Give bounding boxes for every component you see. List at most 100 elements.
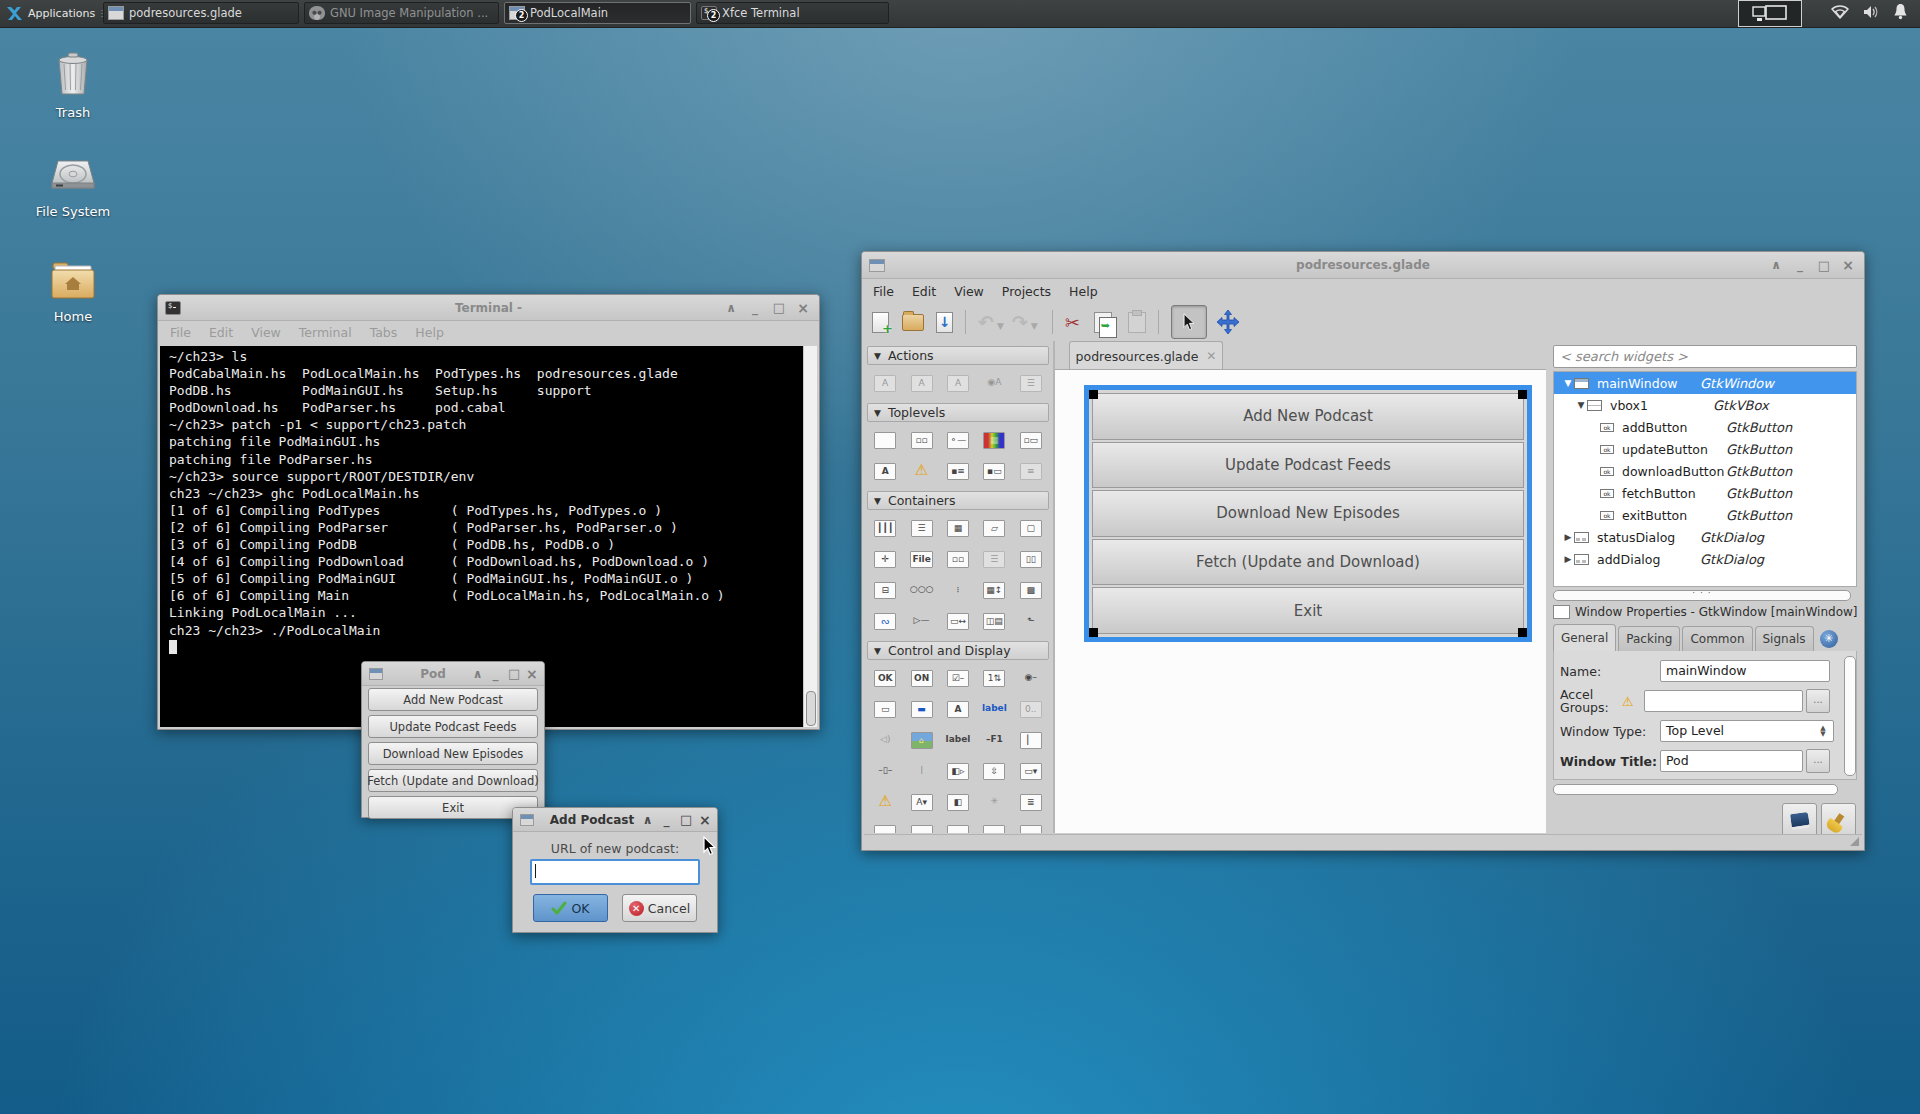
tree-row-addButton[interactable]: okaddButtonGtkButton — [1554, 416, 1856, 438]
selection-handle-br[interactable] — [1518, 628, 1527, 637]
properties-tab-common[interactable]: Common — [1682, 626, 1752, 651]
toolbar-icon[interactable]: ☰ — [976, 548, 1012, 570]
copy-button[interactable] — [1094, 312, 1112, 333]
notebook-icon[interactable]: ▱ — [976, 517, 1012, 539]
terminal-maximize-button[interactable]: □ — [772, 300, 786, 315]
layout-icon[interactable]: ◫▤ — [976, 610, 1012, 632]
paste-button[interactable] — [1128, 312, 1146, 333]
tree-expander-icon[interactable]: ▶ — [1562, 532, 1574, 542]
clipped-icon-3[interactable] — [940, 822, 976, 833]
linkbutton-icon[interactable]: label — [976, 698, 1012, 720]
properties-tab-packing[interactable]: Packing — [1618, 626, 1680, 651]
scalebutton-icon[interactable]: 0.. — [1013, 698, 1049, 720]
pod-button-1[interactable]: Add New Podcast — [368, 688, 538, 711]
panel-splitter[interactable] — [1553, 590, 1851, 601]
desktop-icon-home[interactable]: Home — [18, 260, 128, 324]
label-icon[interactable]: label — [940, 729, 976, 751]
hbuttonbox2-icon[interactable]: ○○○ — [903, 579, 939, 601]
palette-section-actions[interactable]: ▼Actions — [867, 346, 1049, 365]
design-canvas[interactable]: Add New PodcastUpdate Podcast FeedsDownl… — [1055, 369, 1546, 833]
glade-menu-projects[interactable]: Projects — [993, 280, 1060, 303]
glade-menu-view[interactable]: View — [945, 280, 993, 303]
action-group-icon[interactable]: ☰ — [1013, 372, 1049, 394]
about-dialog-icon[interactable]: ⚬— — [940, 429, 976, 451]
redo-button[interactable]: ↷▼ — [1012, 311, 1040, 333]
tree-row-exitButton[interactable]: okexitButtonGtkButton — [1554, 504, 1856, 526]
task-button-4[interactable]: $2Xfce Terminal — [696, 2, 889, 24]
add-dialog-titlebar[interactable]: Add Podcast ∧ _ □ × — [513, 808, 717, 832]
hbox-icon[interactable]: ┃┃┃ — [867, 517, 903, 539]
more-button[interactable]: ... — [1806, 689, 1830, 713]
tree-expander-icon[interactable]: ▶ — [1562, 554, 1574, 564]
more-button[interactable]: ... — [1806, 749, 1830, 773]
assistant-icon[interactable]: ≡ — [1013, 460, 1049, 482]
add-dialog-maximize-button[interactable]: □ — [680, 812, 691, 827]
selection-handle-bl[interactable] — [1089, 628, 1098, 637]
undo-button[interactable]: ↶▼ — [978, 311, 1006, 333]
clipped-icon-5[interactable] — [1013, 822, 1049, 833]
image-icon[interactable]: ⌂ — [903, 729, 939, 751]
checkbutton-icon[interactable]: ☑– — [940, 667, 976, 689]
tree-row-vbox1[interactable]: ▼vbox1GtkVBox — [1554, 394, 1856, 416]
clipped-icon-4[interactable] — [976, 822, 1012, 833]
combo-stepper[interactable]: ▲▼ — [1816, 725, 1830, 737]
new-button[interactable]: + — [872, 312, 889, 333]
vbuttonbox-icon[interactable]: ⁝ — [940, 579, 976, 601]
pod-maximize-button[interactable]: □ — [508, 666, 519, 681]
glade-minimize-button[interactable]: _ — [1793, 258, 1807, 272]
tree-row-statusDialog[interactable]: ▶statusDialogGtkDialog — [1554, 526, 1856, 548]
accellabel-icon[interactable]: –F1 — [976, 729, 1012, 751]
open-button[interactable] — [902, 314, 924, 331]
combobox-icon[interactable]: ▭▾ — [1013, 760, 1049, 782]
selector-button[interactable] — [1171, 305, 1207, 339]
tree-row-updateButton[interactable]: okupdateButtonGtkButton — [1554, 438, 1856, 460]
entry-icon[interactable]: ▏ — [1013, 729, 1049, 751]
scrolledwindow-icon[interactable]: ▦↕ — [976, 579, 1012, 601]
progressbar-icon[interactable]: ◧▹ — [940, 760, 976, 782]
tree-row-addDialog[interactable]: ▶addDialogGtkDialog — [1554, 548, 1856, 570]
vscrollbar-icon[interactable]: ⇳ — [976, 760, 1012, 782]
notifications-icon[interactable] — [1893, 3, 1908, 24]
glade-close-button[interactable]: × — [1841, 257, 1855, 273]
frame-icon[interactable]: ▢ — [1013, 517, 1049, 539]
glade-titlebar[interactable]: podresources.glade ∧ _ □ × — [862, 252, 1864, 279]
action-icon[interactable]: A — [867, 372, 903, 394]
terminal-menu-edit[interactable]: Edit — [200, 321, 242, 344]
properties-hscrollbar[interactable] — [1553, 784, 1838, 795]
switch-icon[interactable]: ◧ — [940, 791, 976, 813]
radio-action-icon[interactable]: A — [940, 372, 976, 394]
colorbutton-icon[interactable]: ▬ — [903, 698, 939, 720]
clipped-icon-1[interactable] — [867, 822, 903, 833]
palette-section-containers[interactable]: ▼Containers — [867, 491, 1049, 510]
properties-vscrollbar[interactable] — [1844, 656, 1856, 776]
task-button-2[interactable]: GNU Image Manipulation ... — [304, 2, 499, 24]
terminal-shade-button[interactable]: ∧ — [724, 301, 738, 315]
applications-menu[interactable]: Applications ☰ — [0, 0, 114, 27]
pod-close-button[interactable]: × — [526, 666, 537, 682]
expander-icon[interactable]: ▷— — [903, 610, 939, 632]
fixed-icon[interactable]: ⬑ — [1013, 610, 1049, 632]
comboboxentry-icon[interactable]: A▾ — [903, 791, 939, 813]
hbuttonbox-icon[interactable]: ▫▫ — [940, 548, 976, 570]
display-tray-item[interactable] — [1738, 0, 1802, 27]
design-button-4[interactable]: Fetch (Update and Download) — [1092, 539, 1524, 586]
terminal-minimize-button[interactable]: _ — [748, 301, 762, 315]
network-icon[interactable] — [1830, 4, 1850, 24]
hpaned-icon[interactable]: ▯▯ — [1013, 548, 1049, 570]
recent-action-icon[interactable]: ◉A — [976, 372, 1012, 394]
button-icon[interactable]: OK — [867, 667, 903, 689]
spinner-icon[interactable]: ✳ — [976, 791, 1012, 813]
selection-handle-tl[interactable] — [1089, 390, 1098, 399]
terminal-scrollbar[interactable] — [803, 346, 817, 727]
add-dialog-close-button[interactable]: × — [699, 812, 710, 828]
glade-menu-help[interactable]: Help — [1060, 280, 1107, 303]
terminal-menu-view[interactable]: View — [242, 321, 290, 344]
terminal-close-button[interactable]: × — [796, 300, 810, 316]
filechooser-widget-icon[interactable]: File — [903, 548, 939, 570]
fontbutton-icon[interactable]: A — [940, 698, 976, 720]
recentchooser-dialog-icon[interactable]: ▪▭ — [976, 460, 1012, 482]
input-dialog-icon[interactable]: ▪≡ — [940, 460, 976, 482]
drawingarea-icon[interactable]: ▭↔ — [940, 610, 976, 632]
cancel-button[interactable]: ✕ Cancel — [622, 894, 697, 922]
property-value-mainWindow[interactable]: mainWindow — [1660, 660, 1830, 682]
